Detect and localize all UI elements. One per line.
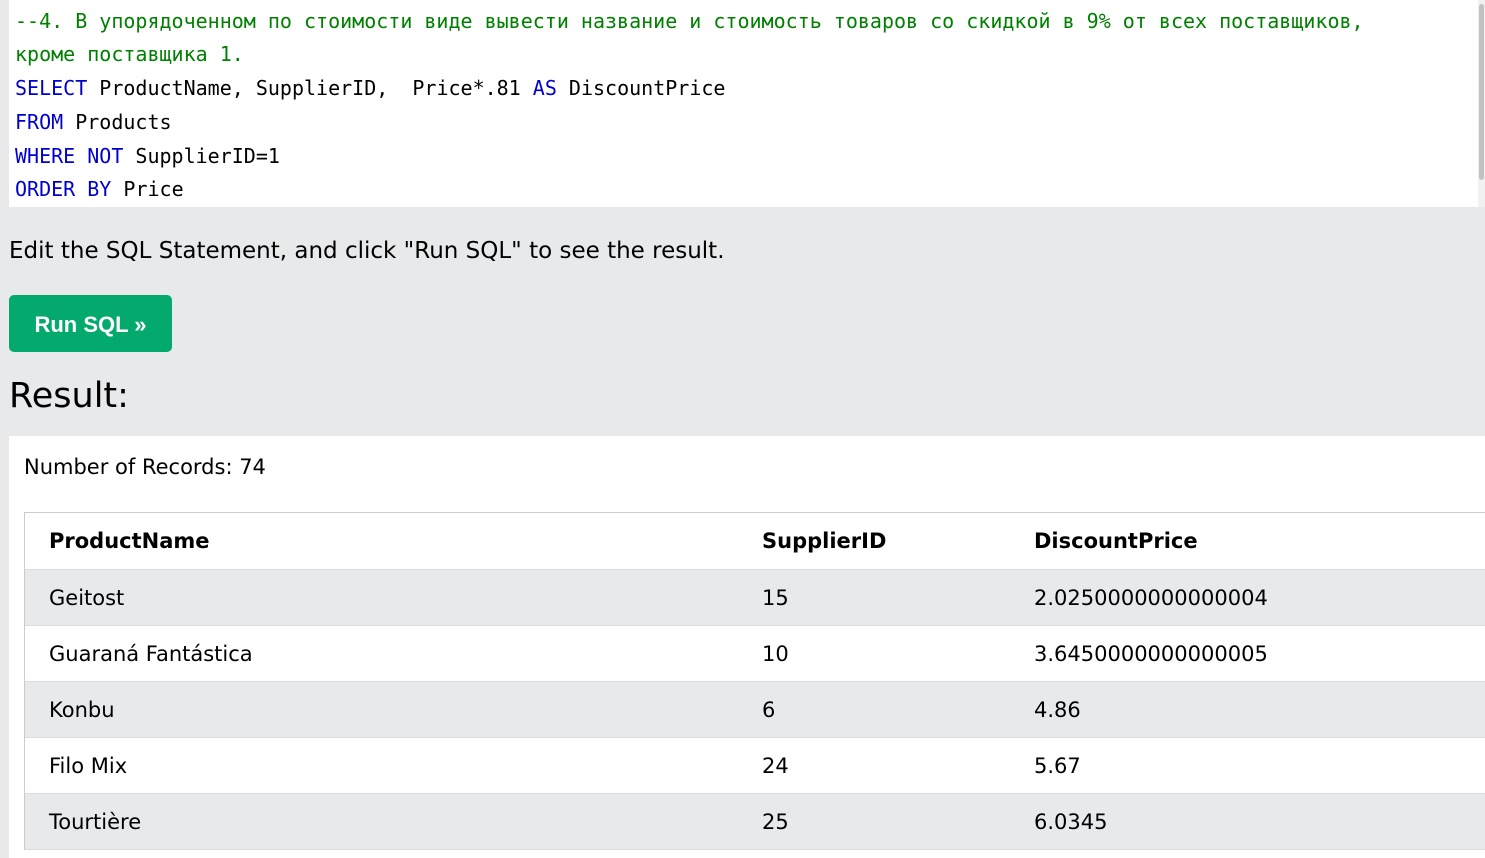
code-line-select: SELECT ProductName, SupplierID, Price*.8… — [15, 71, 725, 105]
cell-productname: Guaraná Fantástica — [49, 642, 253, 666]
keyword-from: FROM — [15, 110, 64, 134]
table-row: Guaraná Fantástica 10 3.6450000000000005 — [25, 626, 1485, 682]
cell-discountprice: 3.6450000000000005 — [1034, 642, 1268, 666]
code-line-order-by: ORDER BY Price — [15, 172, 184, 206]
cell-productname: Geitost — [49, 586, 125, 610]
table-row: Konbu 6 4.86 — [25, 682, 1485, 738]
column-header-supplierid: SupplierID — [762, 529, 887, 553]
cell-productname: Filo Mix — [49, 754, 128, 778]
editor-scrollbar[interactable] — [1478, 0, 1485, 207]
code-text: ProductName, SupplierID, Price*.81 — [87, 76, 533, 100]
cell-discountprice: 2.0250000000000004 — [1034, 586, 1268, 610]
cell-supplierid: 25 — [762, 810, 789, 834]
sql-editor[interactable]: --4. В упорядоченном по стоимости виде в… — [9, 0, 1478, 207]
result-panel: Number of Records: 74 ProductName Suppli… — [9, 436, 1485, 858]
table-row: Filo Mix 24 5.67 — [25, 738, 1485, 794]
cell-supplierid: 6 — [762, 698, 776, 722]
code-text: DiscountPrice — [556, 76, 726, 100]
column-header-discountprice: DiscountPrice — [1034, 529, 1198, 553]
cell-productname: Tourtière — [49, 810, 142, 834]
cell-discountprice: 5.67 — [1034, 754, 1081, 778]
code-line-where: WHERE NOT SupplierID=1 — [15, 139, 280, 173]
code-text: Price — [111, 177, 184, 201]
keyword-not: NOT — [87, 144, 124, 168]
cell-supplierid: 15 — [762, 586, 789, 610]
cell-discountprice: 6.0345 — [1034, 810, 1108, 834]
table-row: Geitost 15 2.0250000000000004 — [25, 570, 1485, 626]
records-count: Number of Records: 74 — [24, 455, 266, 479]
code-text: Products — [63, 110, 172, 134]
page: --4. В упорядоченном по стоимости виде в… — [0, 0, 1485, 858]
instruction-text: Edit the SQL Statement, and click "Run S… — [9, 238, 725, 264]
column-header-productname: ProductName — [49, 529, 210, 553]
keyword-select: SELECT — [15, 76, 88, 100]
code-comment-line-1: --4. В упорядоченном по стоимости виде в… — [15, 9, 1364, 33]
keyword-where: WHERE — [15, 144, 76, 168]
table-row: Tourtière 25 6.0345 — [25, 794, 1485, 850]
keyword-by: BY — [87, 177, 112, 201]
keyword-as: AS — [532, 76, 557, 100]
cell-supplierid: 24 — [762, 754, 789, 778]
cell-discountprice: 4.86 — [1034, 698, 1081, 722]
editor-scrollbar-thumb[interactable] — [1479, 4, 1484, 180]
code-text: SupplierID=1 — [123, 144, 280, 168]
result-table: ProductName SupplierID DiscountPrice Gei… — [24, 512, 1485, 850]
keyword-order: ORDER — [15, 177, 76, 201]
run-sql-button[interactable]: Run SQL » — [9, 295, 172, 352]
table-header-row: ProductName SupplierID DiscountPrice — [25, 513, 1485, 570]
code-comment-line-2: кроме поставщика 1. — [15, 42, 244, 66]
result-heading: Result: — [9, 376, 129, 416]
cell-supplierid: 10 — [762, 642, 789, 666]
cell-productname: Konbu — [49, 698, 115, 722]
code-line-from: FROM Products — [15, 105, 172, 139]
